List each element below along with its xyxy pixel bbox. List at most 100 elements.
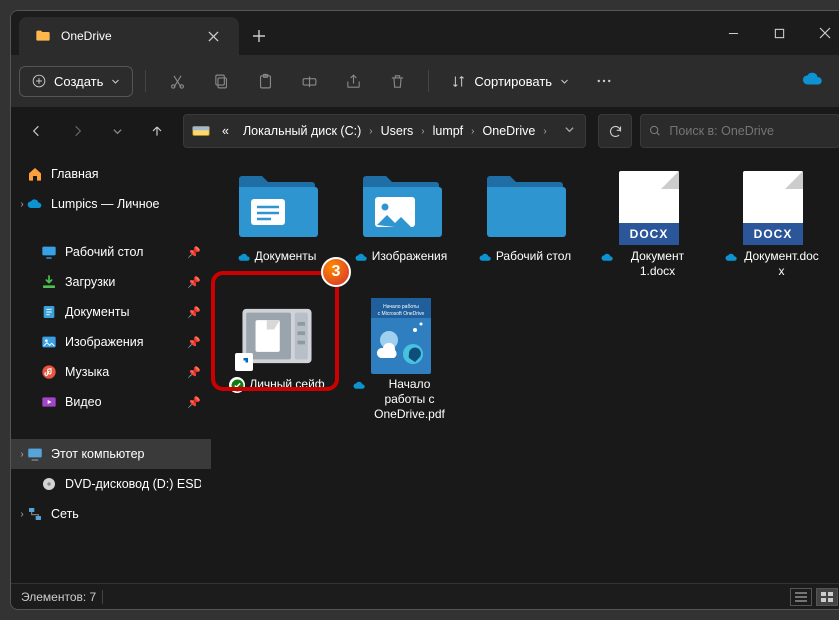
pin-icon: 📌 xyxy=(187,276,201,289)
cloud-status-icon xyxy=(238,251,251,264)
more-button[interactable] xyxy=(585,64,623,98)
sidebar-downloads[interactable]: Загрузки 📌 xyxy=(11,267,211,297)
docx-icon: DOCX xyxy=(731,173,815,243)
folder-icon xyxy=(483,173,567,243)
breadcrumb-history-button[interactable] xyxy=(564,124,575,138)
chevron-right-icon[interactable]: › xyxy=(421,126,424,137)
safe-icon xyxy=(235,301,319,371)
nav-back-button[interactable] xyxy=(19,113,55,149)
new-button[interactable]: Создать xyxy=(19,66,133,97)
tab-close-button[interactable] xyxy=(199,22,227,50)
rename-button[interactable] xyxy=(290,64,328,98)
nav-forward-button[interactable] xyxy=(59,113,95,149)
file-personal-vault[interactable]: Личный сейф xyxy=(229,301,325,422)
docx-icon: DOCX xyxy=(607,173,691,243)
item-label: Документы xyxy=(255,249,317,264)
chevron-right-icon[interactable]: › xyxy=(369,126,372,137)
refresh-button[interactable] xyxy=(598,114,632,148)
pictures-icon xyxy=(41,334,57,350)
sidebar-documents[interactable]: Документы 📌 xyxy=(11,297,211,327)
paste-button[interactable] xyxy=(246,64,284,98)
breadcrumb[interactable]: « Локальный диск (C:) › Users › lumpf › … xyxy=(183,114,586,148)
content-pane[interactable]: Документы Изображения xyxy=(211,155,839,583)
chevron-right-icon[interactable]: › xyxy=(471,126,474,137)
plus-circle-icon xyxy=(32,74,46,88)
delete-button[interactable] xyxy=(378,64,416,98)
sidebar-label: Главная xyxy=(51,167,99,181)
copy-button[interactable] xyxy=(202,64,240,98)
folder-icon xyxy=(235,173,319,243)
sidebar-label: Документы xyxy=(65,305,129,319)
cloud-status-icon xyxy=(353,379,366,392)
file-pdf-onboarding[interactable]: Начало работы с Microsoft OneDrive Н xyxy=(353,301,449,422)
annotation-number: 3 xyxy=(332,263,341,281)
folder-pictures[interactable]: Изображения xyxy=(353,173,449,279)
item-label: Документ 1.docx xyxy=(618,249,697,279)
breadcrumb-seg[interactable]: lumpf xyxy=(427,120,470,142)
cut-button[interactable] xyxy=(158,64,196,98)
nav-recent-button[interactable] xyxy=(99,113,135,149)
sidebar-dvd[interactable]: DVD-дисковод (D:) ESD-IS xyxy=(11,469,211,499)
new-button-label: Создать xyxy=(54,74,103,89)
addressbar: « Локальный диск (C:) › Users › lumpf › … xyxy=(11,107,839,155)
sort-icon xyxy=(451,74,466,89)
sidebar-music[interactable]: Музыка 📌 xyxy=(11,357,211,387)
chevron-down-icon xyxy=(560,77,569,86)
sidebar-desktop[interactable]: Рабочий стол 📌 xyxy=(11,237,211,267)
view-details-button[interactable] xyxy=(790,588,812,606)
minimize-button[interactable] xyxy=(710,11,756,55)
cloud-status-icon xyxy=(479,251,492,264)
chevron-right-icon[interactable]: › xyxy=(15,509,29,520)
sidebar-network[interactable]: › Сеть xyxy=(11,499,211,529)
cloud-icon xyxy=(27,196,43,212)
status-item-count: Элементов: 7 xyxy=(21,590,96,604)
chevron-right-icon[interactable]: › xyxy=(15,449,29,460)
sidebar-this-pc[interactable]: › Этот компьютер xyxy=(11,439,211,469)
file-grid: Документы Изображения xyxy=(229,173,830,422)
view-large-icons-button[interactable] xyxy=(816,588,838,606)
titlebar: OneDrive xyxy=(11,11,839,55)
sidebar-label: Этот компьютер xyxy=(51,447,144,461)
file-docx-2[interactable]: DOCX Документ.docx xyxy=(725,173,821,279)
sidebar-pictures[interactable]: Изображения 📌 xyxy=(11,327,211,357)
breadcrumb-seg[interactable]: OneDrive xyxy=(477,120,542,142)
network-icon xyxy=(27,506,43,522)
chevron-right-icon[interactable]: › xyxy=(543,126,546,137)
cloud-status-icon xyxy=(601,251,614,264)
active-tab[interactable]: OneDrive xyxy=(19,17,239,55)
documents-icon xyxy=(41,304,57,320)
pin-icon: 📌 xyxy=(187,336,201,349)
breadcrumb-seg[interactable]: Users xyxy=(375,120,420,142)
statusbar: Элементов: 7 xyxy=(11,583,839,609)
maximize-button[interactable] xyxy=(756,11,802,55)
file-docx-1[interactable]: DOCX Документ 1.docx xyxy=(601,173,697,279)
search-input[interactable] xyxy=(669,124,831,138)
new-tab-button[interactable] xyxy=(239,17,279,55)
svg-text:Начало работы: Начало работы xyxy=(383,304,419,310)
sidebar-home[interactable]: Главная xyxy=(11,159,211,189)
folder-desktop[interactable]: Рабочий стол xyxy=(477,173,573,279)
sidebar-videos[interactable]: Видео 📌 xyxy=(11,387,211,417)
sidebar-label: Видео xyxy=(65,395,102,409)
folder-documents[interactable]: Документы xyxy=(229,173,325,279)
pin-icon: 📌 xyxy=(187,366,201,379)
sidebar-label: DVD-дисковод (D:) ESD-IS xyxy=(65,477,201,491)
sidebar-onedrive[interactable]: › Lumpics — Личное xyxy=(11,189,211,219)
search-box[interactable] xyxy=(640,114,839,148)
breadcrumb-prefix: « xyxy=(216,120,235,142)
breadcrumb-seg[interactable]: Локальный диск (C:) xyxy=(237,120,367,142)
pin-icon: 📌 xyxy=(187,306,201,319)
sort-button[interactable]: Сортировать xyxy=(441,68,579,95)
item-label: Личный сейф xyxy=(249,377,324,392)
window-controls xyxy=(710,11,839,55)
share-button[interactable] xyxy=(334,64,372,98)
onedrive-status-icon[interactable] xyxy=(802,68,824,95)
nav-up-button[interactable] xyxy=(139,113,175,149)
svg-text:с Microsoft OneDrive: с Microsoft OneDrive xyxy=(378,311,425,317)
chevron-right-icon[interactable]: › xyxy=(15,199,29,210)
videos-icon xyxy=(41,394,57,410)
downloads-icon xyxy=(41,274,57,290)
close-button[interactable] xyxy=(802,11,839,55)
separator xyxy=(428,70,429,92)
folder-icon xyxy=(35,28,51,44)
